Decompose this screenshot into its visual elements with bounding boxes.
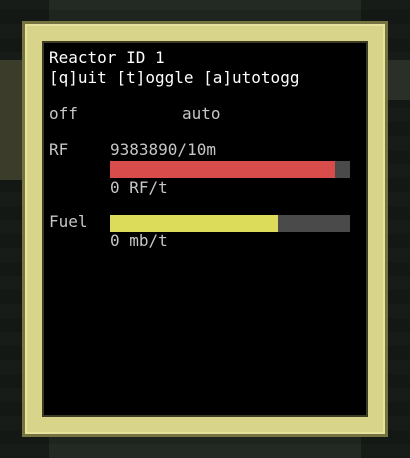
monitor-frame: Reactor ID 1 [q]uit [t]oggle [a]utotogg … [22, 21, 388, 437]
rf-bar-track [110, 161, 350, 178]
background-block [0, 60, 22, 180]
monitor-screen[interactable]: Reactor ID 1 [q]uit [t]oggle [a]utotogg … [42, 41, 368, 417]
rf-bar-fill [110, 161, 336, 178]
reactor-state: off [49, 104, 78, 123]
fuel-label: Fuel [49, 212, 88, 231]
control-hints: [q]uit [t]oggle [a]utotogg [49, 68, 300, 87]
rf-label: RF [49, 140, 69, 159]
rf-rate: 0 RF/t [110, 178, 168, 197]
reactor-mode: auto [182, 104, 221, 123]
background-block [388, 60, 410, 100]
fuel-bar-fill [110, 215, 278, 232]
reactor-title: Reactor ID 1 [49, 48, 165, 67]
fuel-bar-track [110, 215, 350, 232]
rf-value: 9383890/10m [110, 140, 216, 159]
fuel-rate: 0 mb/t [110, 231, 168, 250]
game-scene: Reactor ID 1 [q]uit [t]oggle [a]utotogg … [0, 0, 410, 458]
